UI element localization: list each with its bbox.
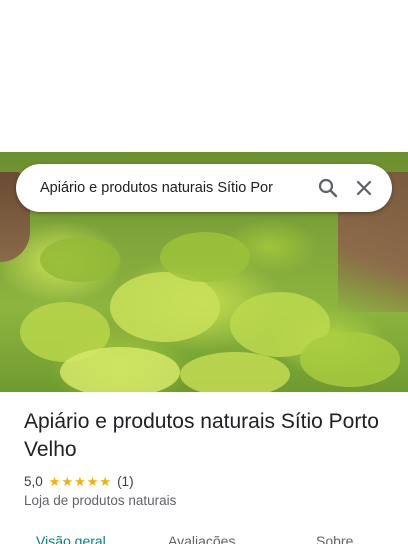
tab-about[interactable]: Sobre bbox=[316, 533, 353, 544]
photo-leaf bbox=[60, 347, 180, 392]
search-input[interactable]: Apiário e produtos naturais Sítio Por bbox=[40, 164, 302, 212]
photo-leaf bbox=[160, 232, 250, 282]
photo-leaf bbox=[40, 237, 120, 282]
tab-bar: Visão geral Avaliações Sobre bbox=[0, 530, 408, 544]
rating-value: 5,0 bbox=[24, 473, 43, 489]
rating-stars: ★ ★ ★ ★ ★ bbox=[49, 475, 111, 488]
star-icon: ★ bbox=[86, 473, 99, 489]
close-icon[interactable] bbox=[352, 176, 376, 200]
tab-overview[interactable]: Visão geral bbox=[36, 533, 106, 544]
photo-leaf bbox=[110, 272, 220, 342]
search-bar[interactable]: Apiário e produtos naturais Sítio Por bbox=[16, 164, 392, 212]
photo-leaf bbox=[300, 332, 400, 387]
search-icon[interactable] bbox=[316, 176, 340, 200]
place-title: Apiário e produtos naturais Sítio Porto … bbox=[24, 410, 379, 461]
photo-leaf bbox=[180, 352, 290, 392]
place-category[interactable]: Loja de produtos naturais bbox=[24, 493, 176, 508]
star-icon: ★ bbox=[74, 473, 86, 489]
rating-row[interactable]: 5,0 ★ ★ ★ ★ ★ (1) bbox=[24, 472, 134, 490]
star-icon: ★ bbox=[99, 473, 112, 489]
map-blank-area bbox=[0, 0, 408, 152]
review-count[interactable]: (1) bbox=[117, 474, 134, 489]
tab-reviews[interactable]: Avaliações bbox=[168, 533, 235, 544]
star-icon: ★ bbox=[48, 473, 61, 489]
star-icon: ★ bbox=[61, 473, 74, 489]
